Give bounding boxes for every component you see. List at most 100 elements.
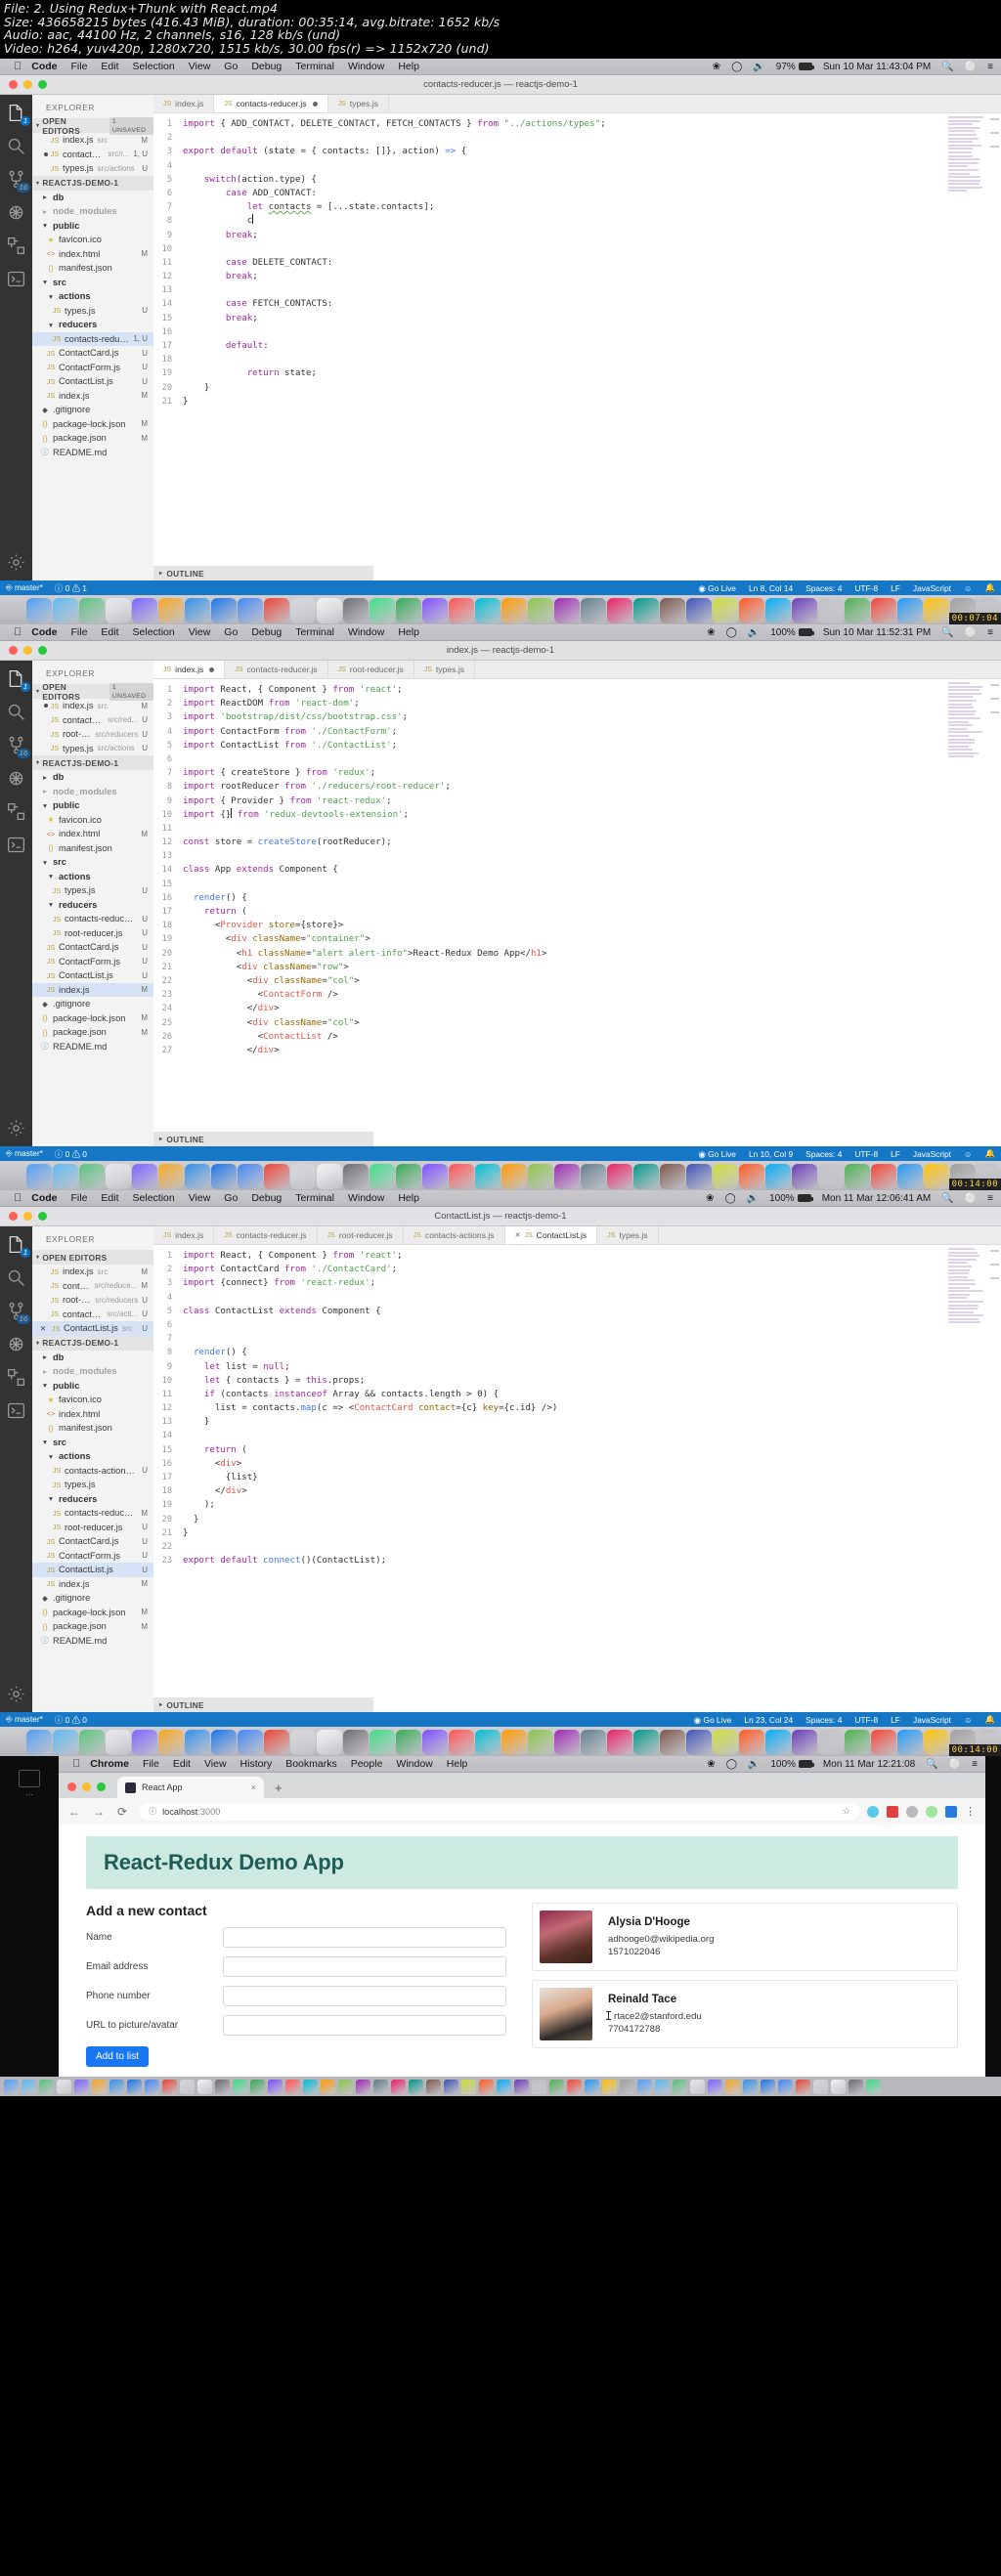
control-center-icon[interactable]: ≡ <box>972 1759 978 1770</box>
editor-tab[interactable]: JS types.js <box>597 1226 658 1244</box>
problems-status[interactable]: ⓘ 0 ⚠ 0 <box>55 1714 87 1726</box>
menu-item-debug[interactable]: Debug <box>251 626 282 638</box>
dock-app-icon[interactable] <box>549 2080 564 2094</box>
debug-icon[interactable] <box>6 1334 26 1354</box>
dock-app-icon[interactable] <box>660 1164 685 1189</box>
apple-menu-icon[interactable]:  <box>14 1192 22 1204</box>
dock-app-icon[interactable] <box>924 1730 949 1755</box>
menubar-clock[interactable]: Mon 11 Mar 12:06:41 AM <box>822 1193 932 1204</box>
dock-app-icon[interactable] <box>79 1730 105 1755</box>
dock-app-icon[interactable] <box>725 2080 740 2094</box>
spotlight-search-icon[interactable]: 🔍 <box>941 62 953 72</box>
open-editor-item[interactable]: JS contacts-reducer.js src/r... 1, U <box>32 148 153 162</box>
open-editor-item[interactable]: JS root-reducer.js src/reducers U <box>32 1293 153 1308</box>
dock-app-icon[interactable] <box>106 598 131 623</box>
dock-app-icon[interactable] <box>761 2080 775 2094</box>
dock-app-icon[interactable] <box>356 2080 370 2094</box>
control-center-icon[interactable]: ≡ <box>987 627 993 638</box>
remote-explorer-icon[interactable] <box>6 1400 26 1421</box>
dock-app-icon[interactable] <box>660 598 685 623</box>
open-editor-item[interactable]: JS index.js src M <box>32 699 153 713</box>
dock-app-icon[interactable] <box>739 598 764 623</box>
dock-app-icon[interactable] <box>422 1730 448 1755</box>
menu-item-file[interactable]: File <box>71 626 88 638</box>
encoding-status[interactable]: UTF-8 <box>854 1149 878 1159</box>
volume-icon[interactable]: 🔊 <box>748 627 760 638</box>
file-tree-item[interactable]: ▾ actions <box>32 1449 153 1464</box>
menu-item-terminal[interactable]: Terminal <box>295 1192 334 1204</box>
wifi-icon[interactable]: ◯ <box>726 627 737 638</box>
form-input-url-to-picture-avatar[interactable] <box>223 2015 506 2036</box>
file-tree-item[interactable]: ◆ .gitignore <box>32 997 153 1011</box>
dock-app-icon[interactable] <box>211 1164 237 1189</box>
dock-app-icon[interactable] <box>26 1730 52 1755</box>
battery-status[interactable]: 100% <box>770 627 812 638</box>
file-tree-item[interactable]: JS ContactList.js U <box>32 1563 153 1577</box>
file-tree-item[interactable]: {} manifest.json <box>32 841 153 856</box>
panel1-window-titlebar[interactable]: contacts-reducer.js — reactjs-demo-1 <box>0 75 1001 95</box>
go-live-button[interactable]: ◉ Go Live <box>694 1715 732 1725</box>
explorer-icon[interactable]: 1 <box>6 103 26 123</box>
dock-app-icon[interactable] <box>4 2080 19 2094</box>
editor-tab[interactable]: JS root-reducer.js <box>318 1226 404 1244</box>
minimize-window-button[interactable] <box>82 1782 91 1791</box>
dock-app-icon[interactable] <box>158 1164 184 1189</box>
dock-app-icon[interactable] <box>792 1164 817 1189</box>
dock-app-icon[interactable] <box>501 1164 527 1189</box>
dock-app-icon[interactable] <box>285 2080 300 2094</box>
smiley-feedback-icon[interactable]: ☺ <box>964 1715 973 1725</box>
siri-icon[interactable]: ⚪ <box>965 1193 977 1204</box>
dock-app-icon[interactable] <box>708 2080 722 2094</box>
file-tree-item[interactable]: ◆ .gitignore <box>32 403 153 417</box>
dock-app-icon[interactable] <box>581 598 606 623</box>
close-tab-icon[interactable]: × <box>251 1782 256 1792</box>
menu-item-edit[interactable]: Edit <box>173 1758 191 1770</box>
file-tree-item[interactable]: {} package.json M <box>32 1025 153 1040</box>
file-tree-item[interactable]: JS root-reducer.js U <box>32 1521 153 1535</box>
dock-app-icon[interactable] <box>444 2080 458 2094</box>
dock-app-icon[interactable] <box>370 598 395 623</box>
file-tree-item[interactable]: ▾ public <box>32 1379 153 1394</box>
dock-app-icon[interactable] <box>501 1730 527 1755</box>
file-tree-item[interactable]: ▸ node_modules <box>32 1364 153 1379</box>
bluetooth-icon[interactable]: ❀ <box>707 1759 715 1770</box>
dock-app-icon[interactable] <box>26 598 52 623</box>
extension-icon[interactable] <box>926 1806 937 1818</box>
notifications-bell-icon[interactable]: 🔔 <box>985 582 995 593</box>
open-editors-section-header[interactable]: ▾ OPEN EDITORS 1 UNSAVED <box>32 118 153 133</box>
editor-tab[interactable]: JS index.js <box>153 661 225 678</box>
problems-status[interactable]: ⓘ 0 ⚠ 0 <box>55 1148 87 1160</box>
menu-item-help[interactable]: Help <box>447 1758 468 1770</box>
dock-app-icon[interactable] <box>845 598 870 623</box>
file-tree-item[interactable]: JS ContactCard.js U <box>32 346 153 361</box>
dock-app-icon[interactable] <box>713 598 738 623</box>
dock-app-icon[interactable] <box>321 2080 335 2094</box>
language-mode-status[interactable]: JavaScript <box>913 583 951 593</box>
dock-app-icon[interactable] <box>396 1164 421 1189</box>
new-tab-button[interactable]: + <box>275 1781 283 1795</box>
dock-app-icon[interactable] <box>475 1730 500 1755</box>
battery-status[interactable]: 97% <box>776 62 812 72</box>
dock-app-icon[interactable] <box>185 598 210 623</box>
control-center-icon[interactable]: ≡ <box>987 62 993 72</box>
dock-app-icon[interactable] <box>92 2080 107 2094</box>
dock-app-icon[interactable] <box>607 1730 632 1755</box>
open-editor-item[interactable]: ✕ JS ContactList.js src U <box>32 1321 153 1336</box>
dock-app-icon[interactable] <box>633 1730 659 1755</box>
menubar-clock[interactable]: Sun 10 Mar 11:52:31 PM <box>823 627 931 638</box>
dock-app-icon[interactable] <box>238 1164 263 1189</box>
dock-app-icon[interactable] <box>145 2080 159 2094</box>
form-input-name[interactable] <box>223 1927 506 1948</box>
dock-app-icon[interactable] <box>409 2080 423 2094</box>
dock-app-icon[interactable] <box>180 2080 195 2094</box>
dock-app-icon[interactable] <box>264 1730 289 1755</box>
outline-section-header[interactable]: ▸ OUTLINE <box>153 1132 373 1146</box>
language-mode-status[interactable]: JavaScript <box>913 1149 951 1159</box>
menu-item-help[interactable]: Help <box>398 626 419 638</box>
dock-app-icon[interactable] <box>106 1164 131 1189</box>
dock-app-icon[interactable] <box>370 1730 395 1755</box>
dock-app-icon[interactable] <box>53 598 78 623</box>
file-tree-item[interactable]: ⓘ README.md <box>32 446 153 460</box>
dock-app-icon[interactable] <box>158 1730 184 1755</box>
dock-app-icon[interactable] <box>713 1164 738 1189</box>
